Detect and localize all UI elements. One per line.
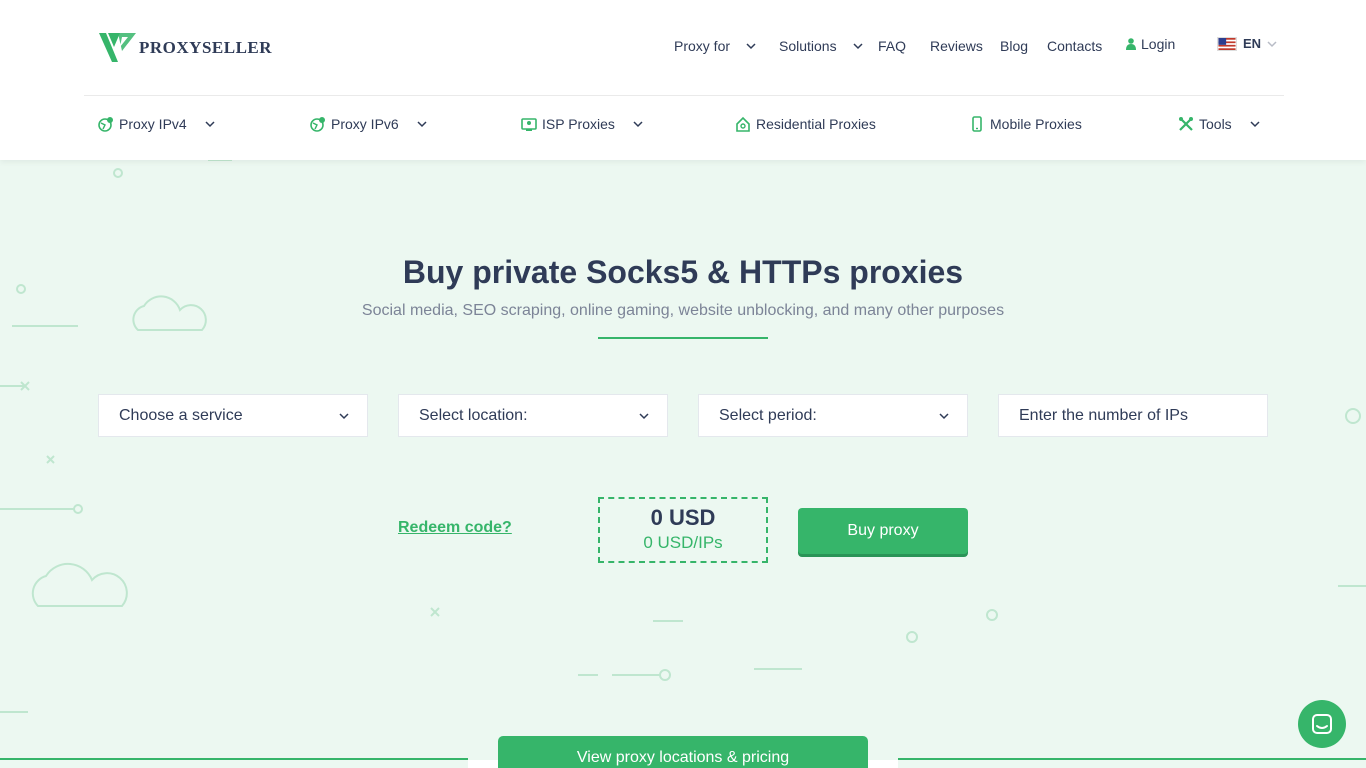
chevron-down-icon: [1267, 40, 1277, 47]
cat-tools-label: Tools: [1199, 116, 1232, 132]
server-icon: [521, 118, 537, 131]
nav-proxy-for-label: Proxy for: [674, 38, 731, 54]
nav-solutions[interactable]: Solutions: [779, 38, 863, 54]
cat-isp-proxies-label: ISP Proxies: [542, 116, 615, 132]
language-selector[interactable]: EN: [1217, 36, 1277, 51]
chevron-down-icon: [639, 413, 649, 420]
cat-residential-proxies-label: Residential Proxies: [756, 116, 876, 132]
tools-icon: [1179, 117, 1193, 131]
category-navigation: Proxy IPv4 Proxy IPv6 ISP Proxies Reside…: [0, 116, 1366, 138]
site-header: PROXYSELLER Proxy for Solutions FAQ Revi…: [0, 0, 1366, 160]
nav-blog[interactable]: Blog: [1000, 38, 1028, 54]
cat-residential-proxies[interactable]: Residential Proxies: [735, 116, 876, 132]
section-line-left: [0, 758, 468, 760]
chevron-down-icon: [1250, 121, 1260, 128]
price-per-ip: 0 USD/IPs: [643, 533, 723, 552]
ip-count-input[interactable]: [1019, 406, 1249, 425]
price-summary: 0 USD 0 USD/IPs: [598, 497, 768, 563]
nav-reviews-label: Reviews: [930, 38, 983, 54]
location-select[interactable]: Select location:: [398, 394, 668, 437]
price-total: 0 USD: [650, 505, 716, 530]
chevron-down-icon: [339, 413, 349, 420]
period-select-value: Select period:: [719, 406, 817, 424]
section-line-right: [898, 758, 1366, 760]
nav-blog-label: Blog: [1000, 38, 1029, 54]
cat-proxy-ipv6-label: Proxy IPv6: [331, 116, 399, 132]
nav-faq-label: FAQ: [878, 38, 907, 54]
us-flag-icon: [1217, 36, 1237, 51]
redeem-code-link[interactable]: Redeem code?: [398, 519, 512, 537]
period-select[interactable]: Select period:: [698, 394, 968, 437]
cat-isp-proxies[interactable]: ISP Proxies: [521, 116, 643, 132]
chevron-down-icon: [746, 43, 756, 50]
login-label: Login: [1141, 36, 1176, 52]
top-navigation: Proxy for Solutions FAQ Reviews Blog Con…: [0, 36, 1366, 58]
nav-proxy-for[interactable]: Proxy for: [674, 38, 756, 54]
page-title: Buy private Socks5 & HTTPs proxies: [402, 254, 964, 290]
header-divider: [84, 95, 1284, 96]
login-link[interactable]: Login: [1126, 36, 1175, 52]
ip-count-field[interactable]: [998, 394, 1268, 437]
chevron-down-icon: [633, 121, 643, 128]
globe-pin-icon: [310, 117, 325, 132]
nav-reviews[interactable]: Reviews: [930, 38, 983, 54]
cat-mobile-proxies[interactable]: Mobile Proxies: [969, 116, 1082, 132]
location-select-value: Select location:: [419, 406, 528, 424]
language-label: EN: [1243, 36, 1262, 51]
chevron-down-icon: [939, 413, 949, 420]
page-subtitle: Social media, SEO scraping, online gamin…: [361, 302, 1005, 319]
chevron-down-icon: [205, 121, 215, 128]
cat-proxy-ipv4[interactable]: Proxy IPv4: [98, 116, 215, 132]
chevron-down-icon: [417, 121, 427, 128]
cat-mobile-proxies-label: Mobile Proxies: [990, 116, 1082, 132]
cat-proxy-ipv4-label: Proxy IPv4: [119, 116, 187, 132]
nav-contacts-label: Contacts: [1047, 38, 1103, 54]
chat-button[interactable]: [1298, 700, 1346, 748]
buy-proxy-button[interactable]: Buy proxy: [798, 508, 968, 554]
user-icon: [1126, 38, 1136, 50]
nav-faq[interactable]: FAQ: [878, 38, 906, 54]
chevron-down-icon: [853, 43, 863, 50]
service-select[interactable]: Choose a service: [98, 394, 368, 437]
nav-contacts[interactable]: Contacts: [1047, 38, 1102, 54]
chat-icon: [1312, 714, 1332, 734]
phone-icon: [972, 116, 982, 132]
title-underline: [598, 337, 768, 339]
nav-solutions-label: Solutions: [779, 38, 837, 54]
house-icon: [736, 116, 750, 132]
service-select-value: Choose a service: [119, 406, 243, 424]
globe-pin-icon: [98, 117, 113, 132]
cat-tools[interactable]: Tools: [1178, 116, 1260, 132]
view-pricing-button[interactable]: View proxy locations & pricing: [498, 736, 868, 768]
cat-proxy-ipv6[interactable]: Proxy IPv6: [310, 116, 427, 132]
